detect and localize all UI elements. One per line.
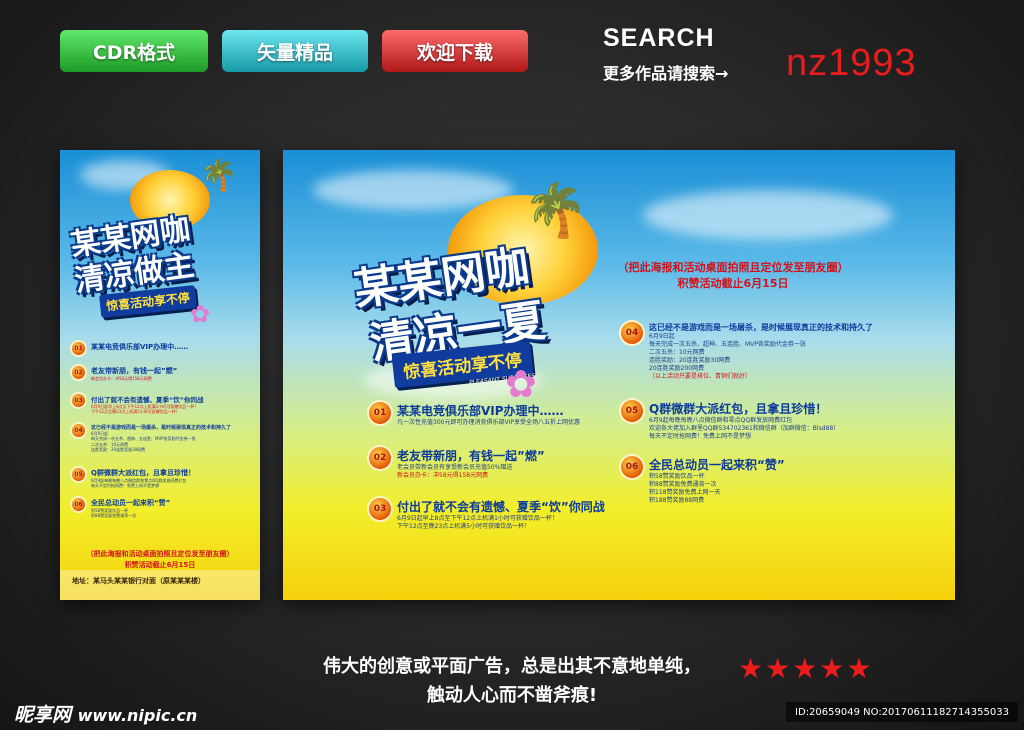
item-number: 01 [72,342,85,355]
item-number: 05 [621,400,643,422]
item-detail: 积88赞奖励免费通宵一次 [649,481,717,489]
item-number: 03 [72,394,85,407]
item-number: 04 [72,424,85,437]
address: 地址：某马头某某银行对面（原某某某楼） [72,577,205,585]
item-title: 某某电竞俱乐部VIP办理中…… [91,343,189,351]
item-title: 全民总动员一起来积“赞” [649,458,785,472]
welcome-download-button[interactable]: 欢迎下载 [382,30,528,72]
item-title: 某某电竞俱乐部VIP办理中…… [397,404,564,418]
item-detail: 下午12点至晚23点上机满5小时可获赠饮品一杯！ [91,409,180,415]
star-icon: ★★★★★ [738,652,874,685]
item-detail: 老会员带新会员有享受新会员充值50%赠送 [397,464,513,471]
item-title: 付出了就不会有遗憾、夏季“饮”你同战 [397,500,605,514]
item-number: 06 [72,498,85,511]
item-number: 06 [621,456,643,478]
item-detail: 新会员办卡：冲58元得158元网费 [397,472,489,480]
site-url[interactable]: www.nipic.cn [78,706,198,725]
item-detail: 每天完成一次五杀、超神、五连胜、MVP各奖励代金券一张 [649,341,806,349]
item-detail: 6月9日起早上8点至下午12点上机满1小时可获赠饮品一杯！ [397,515,558,522]
item-number: 03 [369,498,391,520]
search-heading: SEARCH [603,24,715,52]
item-number: 05 [72,468,85,481]
item-detail: 积58赞奖励饮品一杯 [649,473,705,480]
promo-note: （把此海报和活动桌面拍照且定位发至朋友圈） 积赞活动截止6月15日 [86,550,234,569]
item-title: 老友带新朋，有钱一起”燃” [397,449,545,463]
item-title: 这已经不是游戏而是一场屠杀，是时候展现真正的技术和持久了 [91,425,232,431]
item-detail: 积188赞奖励88网费 [649,497,705,505]
item-detail: 6月9起每晚每晚八点微信群和零点QQ群发放网费红包 [649,417,793,424]
item-number: 04 [621,322,643,344]
item-detail: 积88赞奖励免费通宵一次 [91,513,137,519]
item-detail: （以上活动只要是排位、青铜们就好） [649,373,752,381]
item-number: 01 [369,402,391,424]
search-code[interactable]: nz1993 [786,42,917,85]
item-detail: 凡一次性充值300元即可办理消竞俱乐部VIP享受全场八五折上网优惠 [397,419,580,426]
promo-note: （把此海报和活动桌面拍照且定位发至朋友圈） 积赞活动截止6月15日 [617,261,849,290]
flower-icon: ✿ [190,300,211,328]
cdr-format-button[interactable]: CDR格式 [60,30,208,72]
item-detail: 欢迎各大佬加入群里QQ群534702361和微信群（加群微信：Blsd88） [649,425,840,433]
item-title: 老友带新朋，有钱一起”燃” [91,367,178,375]
item-title: 付出了就不会有遗憾、夏季“饮”你同战 [91,396,204,404]
item-title: 这已经不是游戏而是一场屠杀，是时候展现真正的技术和持久了 [649,323,873,332]
image-id-bar: ID:20659049 NO:20170611182714355033 [786,702,1018,722]
vertical-poster: 🌴 某某网咖 清凉做主 惊喜活动享不停 ✿ 01 某某电竞俱乐部VIP办理中……… [60,150,260,600]
horizontal-poster: 🌴 某某网咖 清凉一夏 惊喜活动享不停 PLEASANT SURPRISES ✿… [283,150,955,600]
flower-icon: ✿ [505,362,537,406]
item-detail: 新会员办卡：冲58元得158元网费 [91,376,152,381]
search-hint: 更多作品请搜索→ [603,64,729,83]
item-title: Q群微群大派红包，且拿且珍惜！ [91,469,195,477]
palm-tree-icon: 🌴 [200,158,238,193]
vector-premium-button[interactable]: 矢量精品 [222,30,368,72]
item-detail: 6月9日起 [649,333,675,340]
item-number: 02 [369,447,391,469]
palm-tree-icon: 🌴 [523,181,588,241]
item-title: 全民总动员一起来积“赞” [91,499,171,507]
item-number: 02 [72,366,85,379]
site-logo[interactable]: 昵享网 www.nipic.cn [14,700,197,727]
item-detail: 每天不定时抢网费！免费上网不是梦想 [91,483,159,489]
item-detail: 下午12点至晚23点上机满5小时可获赠饮品一杯！ [397,523,531,531]
item-title: Q群微群大派红包，且拿且珍惜！ [649,402,828,416]
item-detail: 连胜奖励：20连胜奖励30网费 [91,447,146,453]
item-detail: 每天不定时抢网费！免费上网不是梦想 [649,433,752,441]
